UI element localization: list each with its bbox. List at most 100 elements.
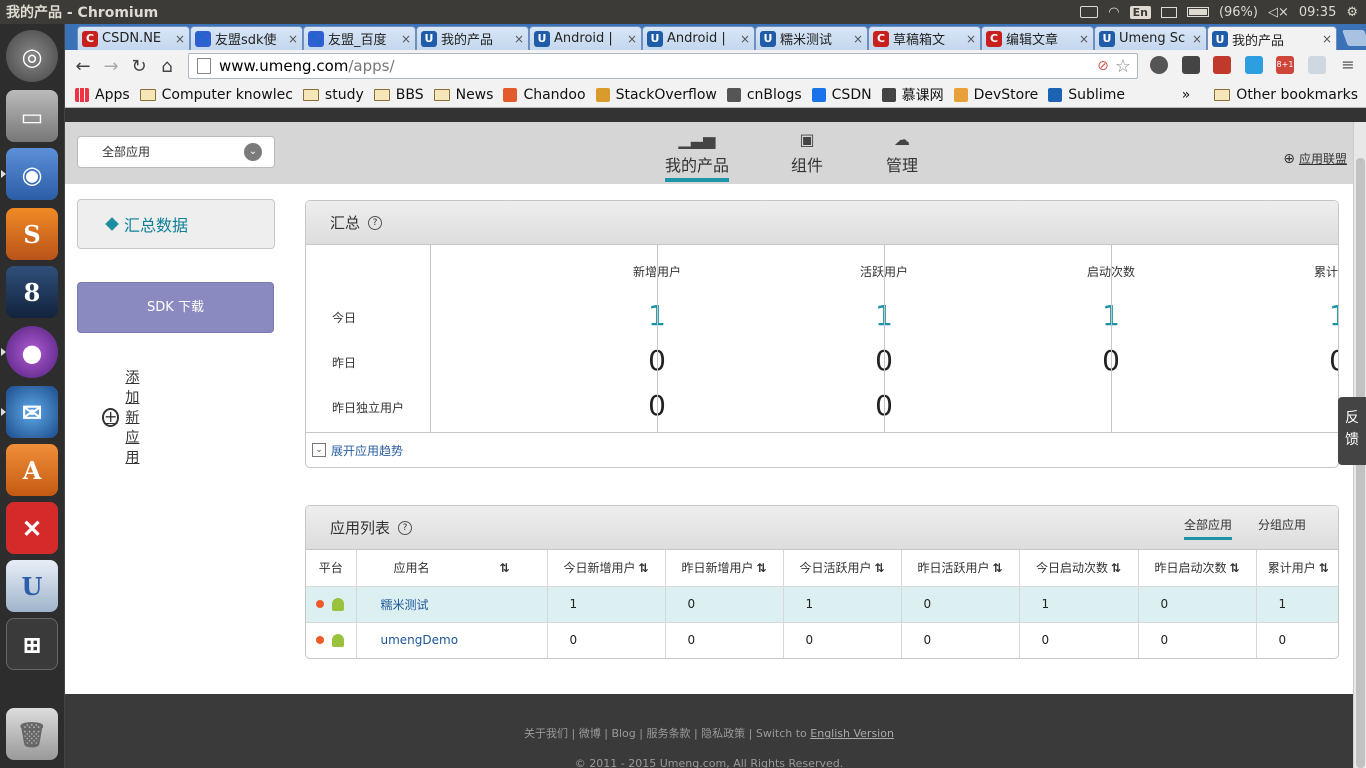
bookmark-stackoverflow[interactable]: StackOverflow: [595, 87, 717, 103]
table-row[interactable]: umengDemo 0 0 0 0 0 0 0: [306, 622, 1338, 658]
book-extension-icon[interactable]: [1213, 56, 1231, 74]
browser-tab[interactable]: U 糯米测试 ×: [755, 26, 868, 50]
bookmarks-overflow-chevron[interactable]: »: [1182, 87, 1191, 103]
eclipse-icon[interactable]: ●: [6, 326, 58, 378]
gplus-extension-icon[interactable]: 8+1: [1276, 56, 1294, 74]
close-tab-icon[interactable]: ×: [1320, 32, 1334, 46]
reload-button[interactable]: ↻: [125, 52, 153, 80]
home-button[interactable]: ⌂: [153, 52, 181, 80]
cloud-extension-icon[interactable]: [1308, 56, 1326, 74]
expand-trend-link[interactable]: ⌄ 展开应用趋势: [306, 432, 1338, 467]
browser-tab[interactable]: 🐾 友盟sdk使 ×: [190, 26, 303, 50]
browser-tab[interactable]: C 编辑文章 ×: [981, 26, 1094, 50]
column-header-yesterday-launches[interactable]: 昨日启动次数 ⇅: [1138, 550, 1257, 587]
summary-data-button[interactable]: 汇总数据: [77, 199, 275, 249]
browser-tab[interactable]: C CSDN.NE ×: [77, 26, 190, 50]
bookmark-devstore[interactable]: DevStore: [953, 87, 1038, 103]
column-header-yesterday-new[interactable]: 昨日新增用户 ⇅: [665, 550, 784, 587]
chevron-down-icon[interactable]: ⌄: [244, 143, 262, 161]
address-bar[interactable]: www.umeng.com /apps/ ⊘ ☆: [188, 53, 1138, 79]
close-tab-icon[interactable]: ×: [1190, 32, 1204, 46]
battery-icon[interactable]: [1186, 7, 1209, 17]
close-tab-icon[interactable]: ×: [851, 32, 865, 46]
app-name-cell[interactable]: 糯米测试: [356, 586, 548, 623]
close-tab-icon[interactable]: ×: [1077, 32, 1091, 46]
sdk-download-button[interactable]: SDK 下载: [77, 282, 274, 333]
wifi-icon[interactable]: ◠: [1108, 5, 1119, 20]
new-tab-button[interactable]: [1342, 30, 1366, 46]
sort-icon[interactable]: ⇅: [499, 561, 509, 575]
bookmark-news[interactable]: News: [433, 87, 493, 103]
browser-tab[interactable]: U 我的产品 ×: [416, 26, 529, 50]
bookmark-cnblogs[interactable]: cnBlogs: [726, 87, 802, 103]
software-center-icon[interactable]: A: [6, 444, 58, 496]
bookmark-star-icon[interactable]: ☆: [1115, 56, 1131, 77]
sort-icon[interactable]: ⇅: [992, 561, 1002, 575]
thunderbird-icon[interactable]: ✉: [6, 386, 58, 438]
app-alliance-link[interactable]: ⊕ 应用联盟: [1283, 150, 1347, 167]
browser-tab[interactable]: U Android | ×: [642, 26, 755, 50]
browser-tab[interactable]: U Umeng Sc ×: [1094, 26, 1207, 50]
feedback-button[interactable]: 反馈: [1338, 397, 1366, 465]
bookmark-sublime[interactable]: Sublime: [1048, 87, 1125, 103]
clock[interactable]: 09:35: [1299, 5, 1336, 20]
forward-button[interactable]: →: [97, 52, 125, 80]
close-tab-icon[interactable]: ×: [173, 32, 187, 46]
chromium-icon[interactable]: ◉: [6, 148, 58, 200]
sort-icon[interactable]: ⇅: [1229, 561, 1239, 575]
xmind-icon[interactable]: ✕: [6, 502, 58, 554]
files-icon[interactable]: ▭: [6, 90, 58, 142]
nav-manage[interactable]: ☁ 管理: [885, 130, 919, 176]
column-header-today-launches[interactable]: 今日启动次数 ⇅: [1019, 550, 1139, 587]
keyboard-icon[interactable]: [1080, 6, 1099, 18]
gear-icon[interactable]: ⚙: [1346, 5, 1358, 20]
trash-icon[interactable]: 🗑: [6, 708, 58, 760]
footer-links-text[interactable]: 关于我们 | 微博 | Blog | 服务条款 | 隐私政策 | Switch …: [524, 727, 807, 740]
bookmark-chandoo[interactable]: Chandoo: [503, 87, 586, 103]
bookmark-csdn[interactable]: CSDN: [811, 87, 872, 103]
sort-icon[interactable]: ⇅: [756, 561, 766, 575]
column-header-today-active[interactable]: 今日活跃用户 ⇅: [783, 550, 902, 587]
english-version-link[interactable]: English Version: [810, 727, 894, 740]
pen-extension-icon[interactable]: [1182, 56, 1200, 74]
sublime-icon[interactable]: S: [6, 208, 58, 260]
browser-tab[interactable]: C 草稿箱文 ×: [868, 26, 981, 50]
tab-grouped-apps[interactable]: 分组应用: [1258, 516, 1306, 540]
close-tab-icon[interactable]: ×: [399, 32, 413, 46]
umbrello-icon[interactable]: U: [6, 560, 58, 612]
bookmark-computer-knowlec[interactable]: Computer knowlec: [139, 87, 293, 103]
other-bookmarks[interactable]: Other bookmarks: [1214, 87, 1358, 103]
app-name-link[interactable]: umengDemo: [381, 633, 459, 647]
column-header-app-name[interactable]: 应用名 ⇅: [356, 550, 548, 587]
clock-extension-icon[interactable]: [1150, 56, 1168, 74]
inkscape-icon[interactable]: 8: [6, 266, 58, 318]
close-tab-icon[interactable]: ×: [625, 32, 639, 46]
help-icon[interactable]: ?: [398, 520, 413, 535]
browser-tab[interactable]: U Android | ×: [529, 26, 642, 50]
back-button[interactable]: ←: [69, 52, 97, 80]
bookmark--[interactable]: 慕课网: [881, 85, 944, 105]
close-tab-icon[interactable]: ×: [738, 32, 752, 46]
app-select-dropdown[interactable]: 全部应用 ⌄: [77, 136, 275, 168]
feather-extension-icon[interactable]: [1245, 56, 1263, 74]
tab-all-apps[interactable]: 全部应用: [1183, 516, 1232, 540]
sort-icon[interactable]: ⇅: [1319, 561, 1329, 575]
help-icon[interactable]: ?: [368, 215, 383, 230]
sort-icon[interactable]: ⇅: [638, 561, 648, 575]
nav-components[interactable]: ▣ 组件: [790, 130, 824, 176]
browser-tab[interactable]: 🐾 友盟_百度 ×: [303, 26, 416, 50]
language-indicator[interactable]: En: [1129, 5, 1151, 19]
bookmark-apps[interactable]: Apps: [75, 87, 130, 103]
blocked-content-icon[interactable]: ⊘: [1097, 58, 1109, 74]
column-header-today-new[interactable]: 今日新增用户 ⇅: [547, 550, 666, 587]
workspaces-icon[interactable]: ⊞: [6, 618, 58, 670]
sort-icon[interactable]: ⇅: [1111, 561, 1121, 575]
close-tab-icon[interactable]: ×: [512, 32, 526, 46]
bookmark-bbs[interactable]: BBS: [373, 87, 424, 103]
close-tab-icon[interactable]: ×: [286, 32, 300, 46]
browser-tab[interactable]: U 我的产品 ×: [1207, 26, 1337, 51]
dash-icon[interactable]: ◎: [6, 30, 58, 82]
bookmark-study[interactable]: study: [302, 87, 364, 103]
app-name-cell[interactable]: umengDemo: [356, 622, 548, 658]
column-header-yesterday-active[interactable]: 昨日活跃用户 ⇅: [901, 550, 1020, 587]
